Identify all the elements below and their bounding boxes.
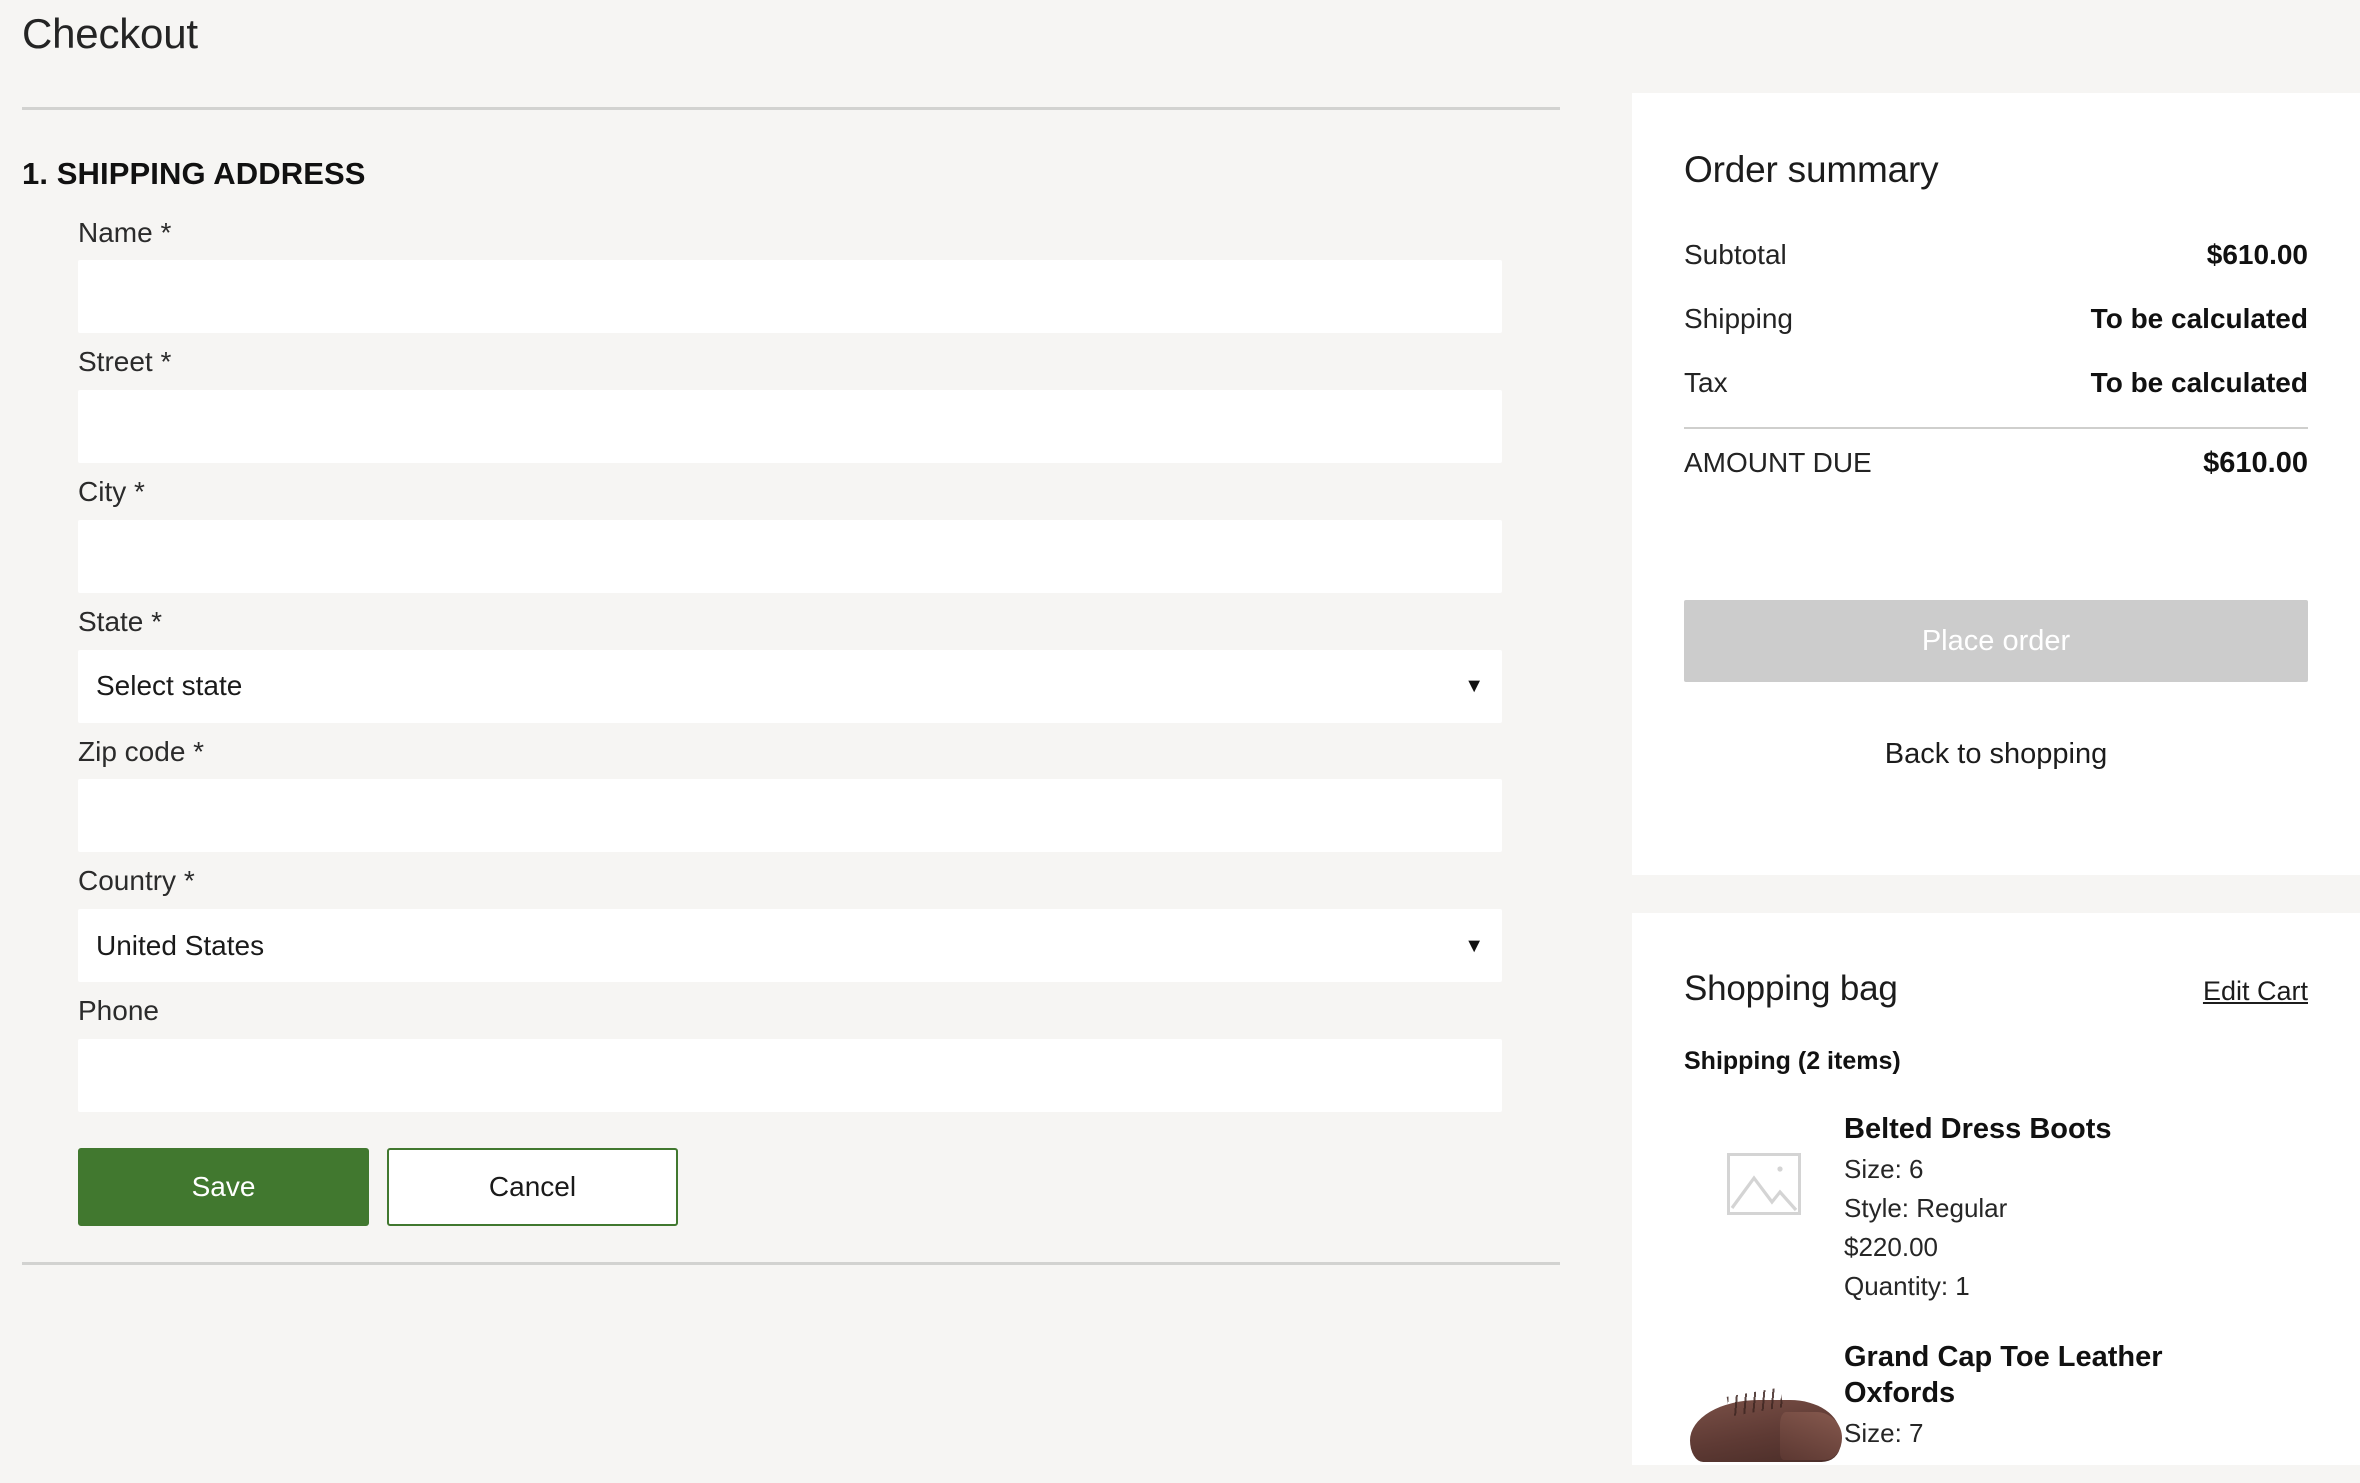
page-title: Checkout [22, 10, 198, 57]
street-input[interactable] [78, 390, 1502, 464]
field-zip-code: Zip code * [78, 733, 1560, 853]
order-summary-title: Order summary [1684, 149, 1939, 190]
cancel-button[interactable]: Cancel [387, 1148, 678, 1227]
state-select[interactable]: Select state [78, 649, 1502, 723]
product-size: Size: 7 [1844, 1418, 1924, 1449]
product-name: Grand Cap Toe Leather Oxfords [1844, 1341, 2163, 1410]
state-select-wrapper: Select state ▼ [78, 649, 1502, 723]
back-to-shopping-link[interactable]: Back to shopping [1684, 738, 2308, 771]
summary-row-subtotal: Subtotal $610.00 [1684, 225, 2308, 289]
label-city: City * [78, 476, 145, 508]
product-quantity: Quantity: 1 [1844, 1271, 1970, 1302]
zip-code-input[interactable] [78, 779, 1502, 853]
product-thumbnail [1684, 1110, 1844, 1258]
order-summary-card: Order summary Subtotal $610.00 Shipping … [1632, 93, 2360, 875]
product-style: Style: Regular [1844, 1193, 2008, 1224]
label-name: Name * [78, 216, 172, 248]
shipping-group-label: Shipping (2 items) [1684, 1047, 1901, 1075]
checkout-main-column: Checkout 1. SHIPPING ADDRESS Name * Stre… [0, 0, 1560, 1483]
field-name: Name * [78, 214, 1560, 334]
subtotal-label: Subtotal [1684, 239, 1787, 270]
list-item: Belted Dress Boots Size: 6 Style: Regula… [1684, 1076, 2308, 1304]
label-zip-code: Zip code * [78, 735, 205, 767]
product-details: Belted Dress Boots Size: 6 Style: Regula… [1844, 1110, 2112, 1304]
section-divider [22, 1262, 1560, 1266]
shopping-bag-card: Shopping bag Edit Cart Shipping (2 items… [1632, 913, 2360, 1465]
amount-due-label: AMOUNT DUE [1684, 447, 1872, 478]
summary-row-tax: Tax To be calculated [1684, 353, 2308, 417]
tax-value: To be calculated [2090, 367, 2308, 398]
tax-label: Tax [1684, 367, 1728, 398]
shopping-bag-header: Shopping bag Edit Cart [1684, 969, 2308, 1009]
list-item: Grand Cap Toe Leather Oxfords Size: 7 [1684, 1304, 2308, 1465]
shipping-address-section: 1. SHIPPING ADDRESS Name * Street * City… [0, 110, 1560, 1227]
shoe-toe [1780, 1412, 1842, 1461]
label-street: Street * [78, 346, 172, 378]
image-placeholder-icon [1727, 1153, 1801, 1215]
product-size: Size: 6 [1844, 1153, 1924, 1184]
field-city: City * [78, 473, 1560, 593]
field-country: Country * United States ▼ [78, 862, 1560, 983]
shoe-photo [1684, 1362, 1844, 1463]
label-phone: Phone [78, 995, 159, 1027]
phone-input[interactable] [78, 1039, 1502, 1113]
field-phone: Phone [78, 992, 1560, 1113]
place-order-button[interactable]: Place order [1684, 600, 2308, 682]
product-name: Belted Dress Boots [1844, 1113, 2112, 1145]
name-input[interactable] [78, 260, 1502, 334]
shipping-label: Shipping [1684, 303, 1793, 334]
country-select[interactable]: United States [78, 909, 1502, 983]
edit-cart-link[interactable]: Edit Cart [2203, 976, 2308, 1007]
label-state: State * [78, 605, 163, 637]
subtotal-value: $610.00 [2206, 239, 2308, 270]
product-thumbnail [1684, 1338, 1844, 1465]
picture-icon [1730, 1166, 1798, 1212]
save-button[interactable]: Save [78, 1148, 369, 1227]
country-select-value: United States [96, 929, 265, 961]
field-state: State * Select state ▼ [78, 603, 1560, 723]
checkout-side-column: Order summary Subtotal $610.00 Shipping … [1632, 0, 2360, 1483]
summary-divider [1684, 427, 2308, 429]
field-street: Street * [78, 343, 1560, 464]
checkout-page: Checkout 1. SHIPPING ADDRESS Name * Stre… [0, 0, 2360, 1483]
summary-row-amount-due: AMOUNT DUE $610.00 [1684, 433, 2308, 498]
shipping-address-form: Name * Street * City * State * Select st… [22, 192, 1560, 1227]
shopping-bag-title: Shopping bag [1684, 969, 1898, 1008]
city-input[interactable] [78, 519, 1502, 593]
shipping-value: To be calculated [2090, 303, 2308, 334]
section-heading-shipping-address: 1. SHIPPING ADDRESS [22, 155, 366, 191]
form-actions: Save Cancel [78, 1148, 1560, 1227]
product-details: Grand Cap Toe Leather Oxfords Size: 7 [1844, 1338, 2234, 1451]
amount-due-value: $610.00 [2203, 447, 2308, 479]
state-select-value: Select state [96, 670, 243, 702]
label-country: Country * [78, 865, 195, 897]
summary-row-shipping: Shipping To be calculated [1684, 289, 2308, 353]
country-select-wrapper: United States ▼ [78, 909, 1502, 983]
product-price: $220.00 [1844, 1232, 1938, 1263]
